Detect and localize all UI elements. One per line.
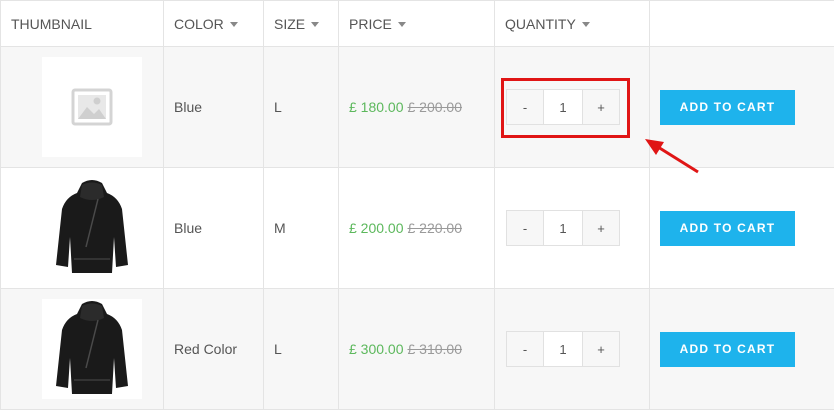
thumbnail[interactable] bbox=[42, 299, 142, 399]
quantity-cell: - 1 + bbox=[494, 288, 650, 410]
quantity-input[interactable]: 1 bbox=[543, 90, 583, 124]
sort-caret-icon bbox=[311, 22, 320, 28]
add-to-cart-button[interactable]: ADD TO CART bbox=[660, 331, 795, 367]
variations-table: THUMBNAIL COLOR SIZE PRICE QUANTITY Blue… bbox=[0, 0, 834, 410]
column-header-actions bbox=[649, 0, 834, 47]
column-header-thumbnail: THUMBNAIL bbox=[0, 0, 164, 47]
quantity-input[interactable]: 1 bbox=[543, 211, 583, 245]
table-row: Red Color L £ 300.00 £ 310.00 - 1 + ADD T… bbox=[0, 288, 834, 410]
size-cell: L bbox=[263, 46, 339, 168]
size-cell: L bbox=[263, 288, 339, 410]
price-cell: £ 200.00 £ 220.00 bbox=[338, 167, 495, 289]
table-header-row: THUMBNAIL COLOR SIZE PRICE QUANTITY bbox=[0, 0, 834, 47]
column-header-color-label: COLOR bbox=[174, 15, 224, 32]
color-cell: Red Color bbox=[163, 288, 264, 410]
price-cell: £ 300.00 £ 310.00 bbox=[338, 288, 495, 410]
quantity-stepper: - 1 + bbox=[506, 331, 620, 367]
image-placeholder-icon bbox=[70, 85, 114, 129]
quantity-decrease-button[interactable]: - bbox=[507, 90, 543, 124]
regular-price: £ 310.00 bbox=[407, 341, 463, 357]
column-header-price-label: PRICE bbox=[349, 15, 392, 32]
sale-price: £ 200.00 bbox=[349, 220, 404, 236]
column-header-price[interactable]: PRICE bbox=[338, 0, 495, 47]
quantity-decrease-button[interactable]: - bbox=[507, 332, 543, 366]
quantity-cell: - 1 + bbox=[494, 46, 650, 168]
thumbnail-cell bbox=[0, 288, 164, 410]
column-header-quantity-label: QUANTITY bbox=[505, 15, 576, 32]
cart-cell: ADD TO CART bbox=[649, 288, 834, 410]
quantity-decrease-button[interactable]: - bbox=[507, 211, 543, 245]
column-header-color[interactable]: COLOR bbox=[163, 0, 264, 47]
sale-price: £ 180.00 bbox=[349, 99, 404, 115]
size-cell: M bbox=[263, 167, 339, 289]
regular-price: £ 220.00 bbox=[407, 220, 463, 236]
quantity-stepper: - 1 + bbox=[506, 89, 620, 125]
thumbnail[interactable] bbox=[42, 57, 142, 157]
black-hoodie-icon bbox=[52, 298, 132, 401]
variations-table-wrap: THUMBNAIL COLOR SIZE PRICE QUANTITY Blue… bbox=[0, 0, 834, 413]
color-cell: Blue bbox=[163, 46, 264, 168]
thumbnail[interactable] bbox=[42, 178, 142, 278]
thumbnail-cell bbox=[0, 167, 164, 289]
sale-price: £ 300.00 bbox=[349, 341, 404, 357]
black-hoodie-icon bbox=[52, 177, 132, 280]
quantity-increase-button[interactable]: + bbox=[583, 90, 619, 124]
add-to-cart-button[interactable]: ADD TO CART bbox=[660, 210, 795, 246]
column-header-size[interactable]: SIZE bbox=[263, 0, 339, 47]
quantity-input[interactable]: 1 bbox=[543, 332, 583, 366]
thumbnail-cell bbox=[0, 46, 164, 168]
quantity-increase-button[interactable]: + bbox=[583, 332, 619, 366]
price-cell: £ 180.00 £ 200.00 bbox=[338, 46, 495, 168]
column-header-quantity[interactable]: QUANTITY bbox=[494, 0, 650, 47]
sort-caret-icon bbox=[229, 22, 238, 28]
column-header-size-label: SIZE bbox=[274, 15, 306, 32]
column-header-thumbnail-label: THUMBNAIL bbox=[11, 15, 92, 32]
quantity-stepper: - 1 + bbox=[506, 210, 620, 246]
color-cell: Blue bbox=[163, 167, 264, 289]
cart-cell: ADD TO CART bbox=[649, 46, 834, 168]
quantity-increase-button[interactable]: + bbox=[583, 211, 619, 245]
add-to-cart-button[interactable]: ADD TO CART bbox=[660, 89, 795, 125]
regular-price: £ 200.00 bbox=[407, 99, 463, 115]
sort-caret-icon bbox=[581, 22, 590, 28]
table-row: Blue M £ 200.00 £ 220.00 - 1 + ADD TO CAR… bbox=[0, 167, 834, 289]
quantity-cell: - 1 + bbox=[494, 167, 650, 289]
sort-caret-icon bbox=[397, 22, 406, 28]
cart-cell: ADD TO CART bbox=[649, 167, 834, 289]
table-row: Blue L £ 180.00 £ 200.00 - 1 + ADD TO CAR… bbox=[0, 46, 834, 168]
